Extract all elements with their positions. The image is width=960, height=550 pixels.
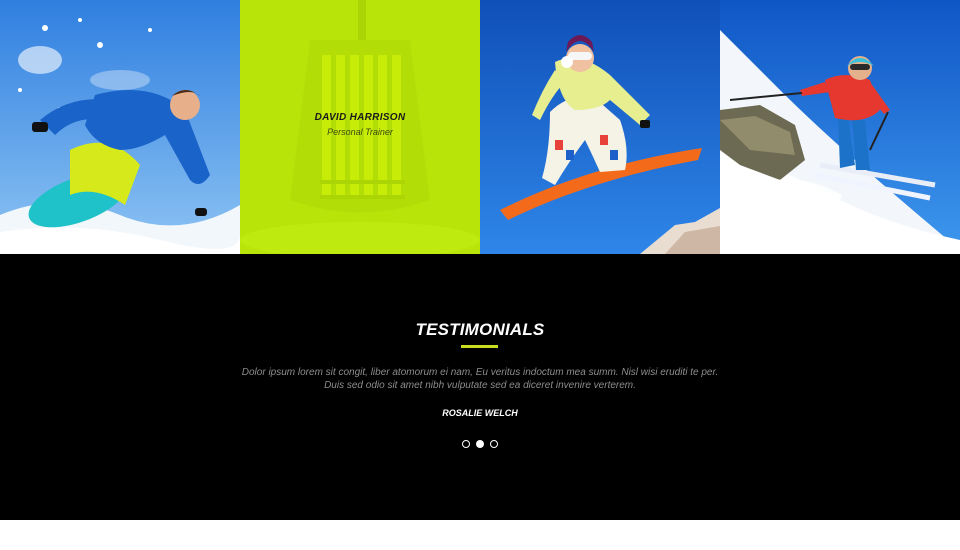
carousel-dot-3[interactable]: [490, 440, 498, 448]
testimonial-author: ROSALIE WELCH: [442, 408, 518, 418]
snowboarder-carving-photo: [0, 0, 240, 254]
gallery-tile-2-featured[interactable]: DAVID HARRISON Personal Trainer: [240, 0, 480, 254]
member-role: Personal Trainer: [327, 127, 393, 137]
quote-line-1: Dolor ipsum lorem sit congit, liber atom…: [241, 367, 719, 378]
gallery-tile-3[interactable]: [480, 0, 720, 254]
section-title: TESTIMONIALS: [415, 320, 545, 339]
member-name: DAVID HARRISON: [314, 112, 406, 123]
carousel-pagination: [462, 440, 498, 448]
team-gallery: DAVID HARRISON Personal Trainer: [0, 0, 960, 254]
testimonial-quote: Dolor ipsum lorem sit congit, liber atom…: [230, 366, 730, 392]
snowboarder-jumping-photo: [480, 0, 720, 254]
quote-line-2: Duis sed odio sit amet nibh vulputate se…: [324, 380, 636, 391]
carousel-dot-1[interactable]: [462, 440, 470, 448]
title-underline: [461, 345, 498, 348]
gallery-tile-4[interactable]: [720, 0, 960, 254]
skier-downhill-photo: [720, 0, 960, 254]
gallery-tile-1[interactable]: [0, 0, 240, 254]
carousel-dot-2[interactable]: [476, 440, 484, 448]
testimonials-section: TESTIMONIALS Dolor ipsum lorem sit congi…: [0, 254, 960, 520]
team-member-caption: DAVID HARRISON Personal Trainer: [240, 112, 480, 137]
